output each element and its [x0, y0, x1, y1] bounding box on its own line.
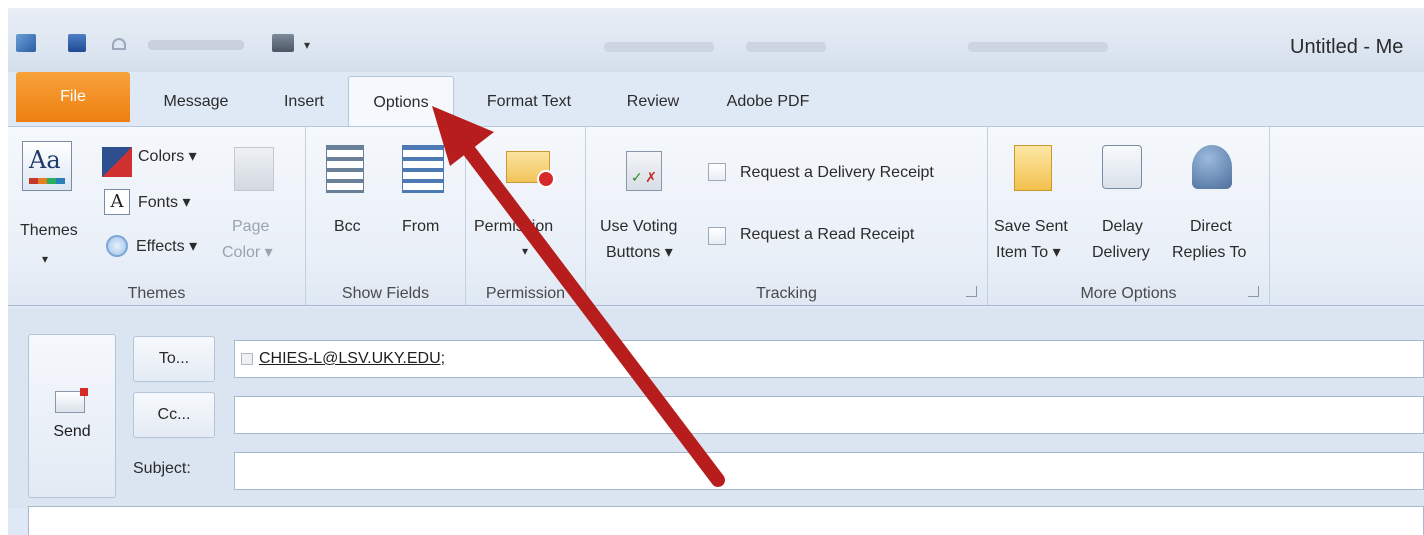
tab-options[interactable]: Options: [348, 76, 454, 128]
undo-icon[interactable]: [112, 38, 126, 50]
window-title: Untitled - Me: [1290, 36, 1404, 58]
show-fields-group: Bcc From Show Fields: [306, 127, 466, 305]
delivery-receipt-label[interactable]: Request a Delivery Receipt: [740, 159, 934, 187]
tab-adobe-pdf[interactable]: Adobe PDF: [712, 76, 824, 128]
fonts-button[interactable]: Fonts ▾: [138, 189, 191, 217]
tab-format-text[interactable]: Format Text: [464, 76, 594, 128]
print-icon[interactable]: [272, 34, 294, 52]
save-sent-item-icon[interactable]: [1014, 145, 1052, 191]
cc-button[interactable]: Cc...: [133, 392, 215, 438]
save-icon[interactable]: [68, 34, 86, 52]
bcc-button-label[interactable]: Bcc: [334, 213, 361, 241]
fonts-icon[interactable]: A: [104, 189, 130, 215]
quick-access-blurred: [148, 40, 244, 50]
themes-group: Aa Themes ▾ Colors ▾ A Fonts ▾ Effects ▾…: [8, 127, 306, 305]
tab-insert[interactable]: Insert: [260, 76, 348, 128]
message-body[interactable]: [28, 506, 1424, 535]
more-options-group-label: More Options: [1080, 285, 1177, 302]
colors-button[interactable]: Colors ▾: [138, 143, 197, 171]
themes-dropdown-icon[interactable]: ▾: [42, 245, 48, 273]
read-receipt-label[interactable]: Request a Read Receipt: [740, 221, 914, 249]
permission-group-label: Permission: [485, 285, 566, 302]
send-button[interactable]: Send: [28, 334, 116, 498]
cc-field[interactable]: [234, 396, 1424, 434]
blurred-background: [968, 42, 1108, 52]
voting-buttons-label[interactable]: Use Voting: [600, 213, 677, 241]
delay-delivery-label-2[interactable]: Delivery: [1092, 239, 1150, 267]
tracking-group: ✓ ✗ Use Voting Buttons ▾ Request a Deliv…: [586, 127, 988, 305]
more-options-dialog-launcher-icon[interactable]: [1248, 286, 1259, 297]
to-field[interactable]: CHIES-L@LSV.UKY.EDU;: [234, 340, 1424, 378]
send-envelope-icon: [55, 388, 88, 413]
themes-icon[interactable]: Aa: [22, 141, 72, 191]
direct-replies-label-2[interactable]: Replies To: [1172, 239, 1246, 267]
tab-review[interactable]: Review: [608, 76, 698, 128]
blurred-background: [746, 42, 826, 52]
page-color-icon: [234, 147, 274, 191]
ribbon-tabs: File Message Insert Options Format Text …: [8, 72, 1424, 128]
permission-envelope-icon[interactable]: [506, 151, 555, 188]
effects-icon[interactable]: [106, 235, 128, 257]
permission-group: Permission ▾ Permission: [466, 127, 586, 305]
outlook-message-window: ▾ Untitled - Me File Message Insert Opti…: [8, 8, 1424, 535]
delay-delivery-label[interactable]: Delay: [1102, 213, 1143, 241]
voting-buttons-label-2[interactable]: Buttons ▾: [606, 239, 673, 267]
blurred-background: [604, 42, 714, 52]
bcc-icon[interactable]: [326, 145, 364, 193]
delay-delivery-icon[interactable]: [1102, 145, 1142, 189]
show-fields-group-label: Show Fields: [341, 285, 430, 302]
voting-buttons-icon[interactable]: ✓ ✗: [626, 151, 662, 191]
tracking-dialog-launcher-icon[interactable]: [966, 286, 977, 297]
page-color-label-2: Color ▾: [222, 244, 273, 261]
contact-card-icon: [241, 353, 253, 365]
effects-button[interactable]: Effects ▾: [136, 233, 197, 261]
save-sent-label-2[interactable]: Item To ▾: [996, 239, 1061, 267]
send-button-label: Send: [53, 423, 91, 440]
ribbon: Aa Themes ▾ Colors ▾ A Fonts ▾ Effects ▾…: [8, 126, 1424, 306]
from-button-label[interactable]: From: [402, 213, 439, 241]
subject-label: Subject:: [133, 460, 191, 477]
delivery-receipt-checkbox[interactable]: [708, 163, 726, 181]
tab-message[interactable]: Message: [138, 76, 254, 128]
to-recipient[interactable]: CHIES-L@LSV.UKY.EDU;: [259, 350, 445, 367]
read-receipt-checkbox[interactable]: [708, 227, 726, 245]
compose-header: Send To... CHIES-L@LSV.UKY.EDU; Cc... Su…: [8, 308, 1424, 508]
from-icon[interactable]: [402, 145, 444, 193]
to-button[interactable]: To...: [133, 336, 215, 382]
tracking-group-label: Tracking: [756, 285, 817, 302]
page-color-label: Page: [232, 218, 270, 235]
outlook-app-icon[interactable]: [16, 34, 36, 52]
colors-icon[interactable]: [102, 147, 132, 177]
title-bar: ▾ Untitled - Me: [8, 8, 1424, 72]
permission-dropdown-icon[interactable]: ▾: [522, 237, 528, 265]
save-sent-label[interactable]: Save Sent: [994, 213, 1068, 241]
direct-replies-icon[interactable]: [1192, 145, 1232, 189]
more-options-group: Save Sent Item To ▾ Delay Delivery Direc…: [988, 127, 1270, 305]
themes-group-label: Themes: [127, 285, 186, 302]
permission-button-label[interactable]: Permission: [474, 213, 553, 241]
customize-quick-access-icon[interactable]: ▾: [304, 34, 310, 56]
subject-field[interactable]: [234, 452, 1424, 490]
themes-button-label[interactable]: Themes: [20, 217, 78, 245]
direct-replies-label[interactable]: Direct: [1190, 213, 1232, 241]
tab-file[interactable]: File: [16, 72, 130, 122]
